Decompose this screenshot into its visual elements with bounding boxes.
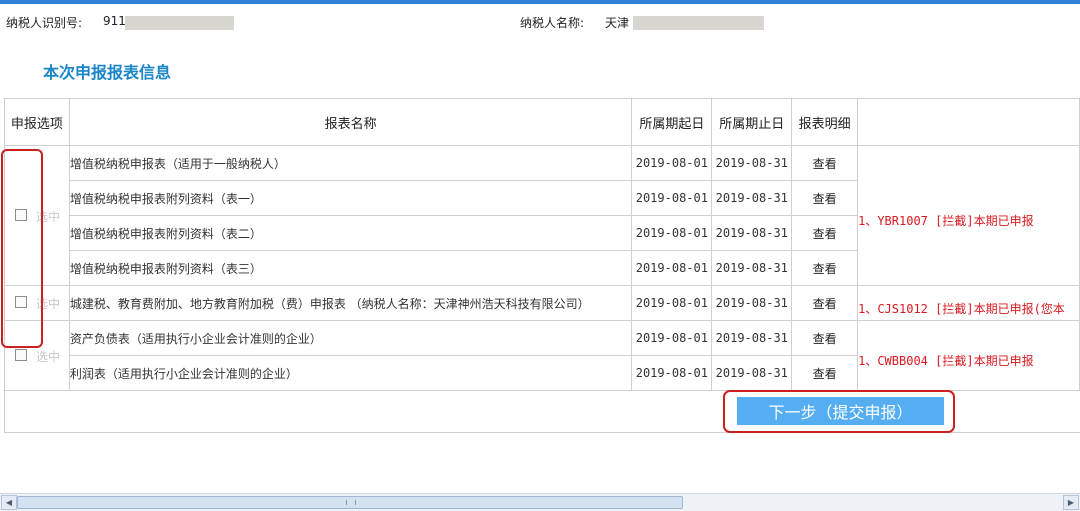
section-title: 本次申报报表信息 — [43, 63, 172, 82]
view-detail-link[interactable]: 查看 — [813, 332, 837, 346]
select-option-cell: 选中 — [4, 320, 70, 391]
table-row: 选中 城建税、教育费附加、地方教育附加税（费）申报表 （纳税人名称：天津神州浩天… — [4, 285, 1080, 321]
next-submit-button[interactable]: 下一步（提交申报） — [737, 397, 944, 425]
period-end: 2019-08-31 — [711, 285, 793, 321]
taxpayer-info: 纳税人识别号: 911 纳税人名称: 天津 — [6, 14, 1076, 34]
report-table: 申报选项 报表名称 所属期起日 所属期止日 报表明细 选中 增值税纳税申报表（适… — [4, 98, 1080, 391]
view-detail-link[interactable]: 查看 — [813, 227, 837, 241]
detail-cell: 查看 — [791, 180, 859, 216]
select-checkbox[interactable] — [15, 208, 27, 221]
report-name: 增值税纳税申报表（适用于一般纳税人） — [68, 145, 633, 181]
header-detail: 报表明细 — [791, 98, 859, 146]
scroll-thumb[interactable] — [17, 496, 683, 509]
redaction-mask — [125, 16, 234, 30]
report-name: 资产负债表（适用执行小企业会计准则的企业） — [68, 320, 633, 356]
period-start: 2019-08-01 — [631, 320, 713, 356]
view-detail-link[interactable]: 查看 — [813, 192, 837, 206]
select-option-cell: 选中 — [4, 145, 70, 286]
select-label: 选中 — [36, 209, 61, 224]
period-start: 2019-08-01 — [631, 180, 713, 216]
period-start: 2019-08-01 — [631, 145, 713, 181]
scroll-left-arrow-icon[interactable]: ◀ — [1, 495, 17, 510]
taxpayer-id-label: 纳税人识别号: — [6, 16, 83, 30]
detail-cell: 查看 — [791, 250, 859, 286]
header-message — [857, 98, 1080, 146]
period-end: 2019-08-31 — [711, 215, 793, 251]
scroll-grip-icon — [346, 500, 356, 505]
horizontal-scrollbar[interactable]: ◀ ▶ — [0, 493, 1080, 511]
period-end: 2019-08-31 — [711, 180, 793, 216]
select-label: 选中 — [36, 349, 61, 364]
validation-message: 1、CWBB004 [拦截]本期已申报 — [858, 354, 1034, 368]
taxpayer-name-label: 纳税人名称: — [520, 16, 585, 30]
period-end: 2019-08-31 — [711, 355, 793, 391]
period-start: 2019-08-01 — [631, 355, 713, 391]
header-option: 申报选项 — [4, 98, 70, 146]
detail-cell: 查看 — [791, 355, 859, 391]
header-report-name: 报表名称 — [68, 98, 633, 146]
taxpayer-name-value: 天津 — [605, 16, 630, 30]
taxpayer-id-value: 911 — [103, 14, 126, 28]
top-accent-bar — [0, 0, 1080, 4]
header-period-start: 所属期起日 — [631, 98, 713, 146]
report-name: 增值税纳税申报表附列资料（表三） — [68, 250, 633, 286]
table-row: 选中 资产负债表（适用执行小企业会计准则的企业） 2019-08-01 2019… — [4, 320, 1080, 391]
report-name: 利润表（适用执行小企业会计准则的企业） — [68, 355, 633, 391]
report-name: 增值税纳税申报表附列资料（表二） — [68, 215, 633, 251]
header-period-end: 所属期止日 — [711, 98, 793, 146]
select-checkbox[interactable] — [15, 296, 27, 308]
view-detail-link[interactable]: 查看 — [813, 157, 837, 171]
period-start: 2019-08-01 — [631, 250, 713, 286]
validation-message: 1、YBR1007 [拦截]本期已申报 — [858, 214, 1034, 228]
report-name: 增值税纳税申报表附列资料（表一） — [68, 180, 633, 216]
period-end: 2019-08-31 — [711, 320, 793, 356]
period-start: 2019-08-01 — [631, 285, 713, 321]
view-detail-link[interactable]: 查看 — [813, 367, 837, 381]
period-end: 2019-08-31 — [711, 250, 793, 286]
select-label: 选中 — [36, 297, 61, 311]
report-name: 城建税、教育费附加、地方教育附加税（费）申报表 （纳税人名称：天津神州浩天科技有… — [68, 285, 633, 321]
view-detail-link[interactable]: 查看 — [813, 297, 837, 311]
message-cell: 1、YBR1007 [拦截]本期已申报 — [857, 145, 1080, 286]
detail-cell: 查看 — [791, 215, 859, 251]
validation-message: 1、CJS1012 [拦截]本期已申报(您本 — [858, 301, 1065, 316]
period-end: 2019-08-31 — [711, 145, 793, 181]
view-detail-link[interactable]: 查看 — [813, 262, 837, 276]
table-row: 选中 增值税纳税申报表（适用于一般纳税人） 2019-08-01 2019-08… — [4, 145, 1080, 286]
redaction-mask — [633, 16, 764, 30]
table-header-row: 申报选项 报表名称 所属期起日 所属期止日 报表明细 — [4, 98, 1080, 146]
detail-cell: 查看 — [791, 285, 859, 321]
detail-cell: 查看 — [791, 320, 859, 356]
detail-cell: 查看 — [791, 145, 859, 181]
message-cell: 1、CWBB004 [拦截]本期已申报 — [857, 320, 1080, 391]
scroll-right-arrow-icon[interactable]: ▶ — [1063, 495, 1079, 510]
period-start: 2019-08-01 — [631, 215, 713, 251]
select-checkbox[interactable] — [15, 348, 27, 361]
message-cell: 1、CJS1012 [拦截]本期已申报(您本 — [857, 285, 1080, 321]
select-option-cell: 选中 — [4, 285, 70, 321]
